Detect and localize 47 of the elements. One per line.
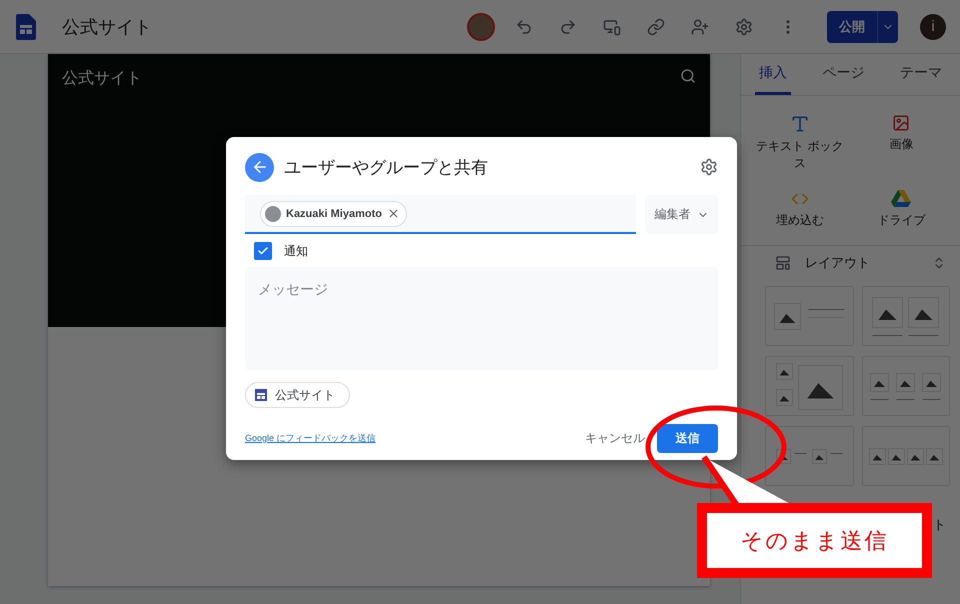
user-avatar[interactable] bbox=[467, 12, 495, 40]
layout-option[interactable] bbox=[862, 426, 950, 486]
person-chip[interactable]: Kazuaki Miyamoto bbox=[260, 200, 407, 226]
text-icon bbox=[790, 114, 810, 134]
layout-preview-drawing bbox=[776, 362, 843, 410]
layout-icon bbox=[775, 255, 791, 271]
annotation-text: そのまま送信 bbox=[740, 526, 888, 554]
person-avatar bbox=[265, 206, 281, 222]
image-icon bbox=[892, 114, 910, 132]
notify-label: 通知 bbox=[284, 242, 308, 260]
layout-preview-drawing bbox=[872, 296, 940, 336]
layout-option[interactable] bbox=[862, 286, 950, 346]
layout-option[interactable] bbox=[765, 286, 854, 346]
layout-preview-drawing bbox=[774, 302, 845, 330]
insert-item[interactable]: テキスト ボックス bbox=[749, 112, 850, 174]
site-icon bbox=[255, 389, 267, 401]
insert-item[interactable]: 画像 bbox=[850, 112, 952, 174]
feedback-link[interactable]: Google にフィードバックを送信 bbox=[245, 432, 575, 445]
drive-triangle-icon bbox=[891, 190, 912, 208]
section-label: ト bbox=[933, 516, 946, 534]
send-button[interactable]: 送信 bbox=[657, 424, 718, 453]
layout-option[interactable] bbox=[862, 356, 950, 416]
insert-item[interactable]: ドライブ bbox=[850, 188, 952, 231]
panel-tab[interactable]: ページ bbox=[818, 54, 868, 95]
settings-icon[interactable] bbox=[700, 158, 718, 176]
back-button[interactable] bbox=[245, 152, 274, 182]
site-header-title: 公式サイト bbox=[62, 68, 142, 89]
sites-logo-icon[interactable] bbox=[16, 14, 36, 40]
site-chip: 公式サイト bbox=[245, 382, 350, 408]
check-icon bbox=[257, 245, 269, 257]
layout-preview-drawing bbox=[776, 448, 843, 464]
recipients-field[interactable]: Kazuaki Miyamoto bbox=[245, 195, 636, 234]
site-title[interactable]: 公式サイト bbox=[62, 14, 453, 38]
layout-preview-drawing bbox=[870, 372, 942, 400]
panel-tab[interactable]: テーマ bbox=[896, 54, 946, 95]
role-dropdown[interactable]: 編集者 bbox=[645, 195, 718, 234]
remove-icon[interactable] bbox=[386, 207, 400, 220]
panel-tab[interactable]: 挿入 bbox=[754, 54, 791, 95]
message-field[interactable]: メッセージ bbox=[245, 267, 718, 370]
section-title: レイアウト bbox=[805, 254, 871, 272]
dialog-title: ユーザーやグループと共有 bbox=[284, 156, 489, 178]
account-avatar[interactable]: i bbox=[920, 14, 946, 40]
cancel-button[interactable]: キャンセル bbox=[575, 422, 655, 455]
search-icon[interactable] bbox=[680, 68, 696, 84]
notify-checkbox[interactable] bbox=[254, 242, 272, 260]
layout-option[interactable] bbox=[765, 356, 854, 416]
insert-item[interactable]: 埋め込む bbox=[749, 188, 850, 231]
